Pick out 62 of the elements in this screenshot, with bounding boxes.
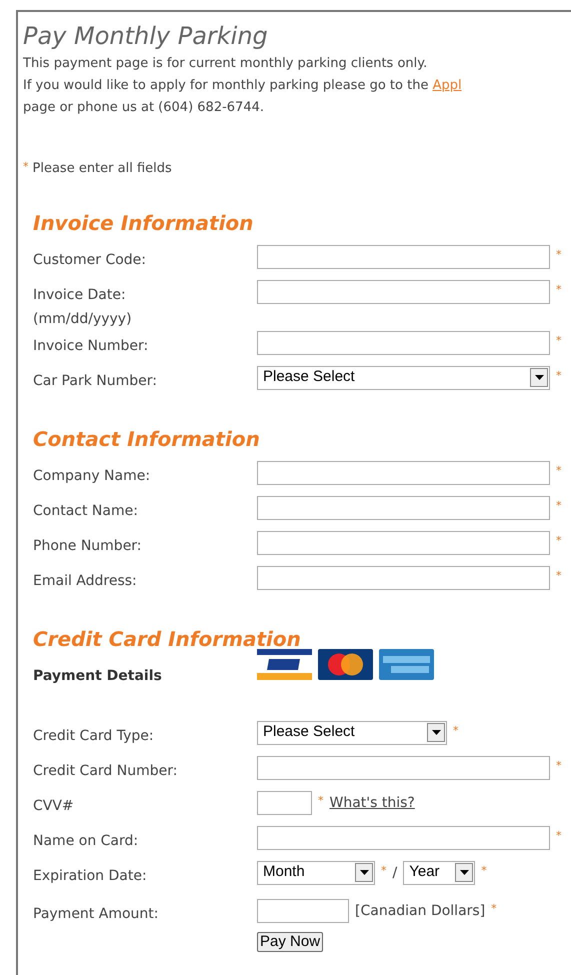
text-field[interactable] [257, 460, 550, 484]
page-title: Pay Monthly Parking [23, 22, 269, 50]
currency-note: [Canadian Dollars] [355, 902, 486, 920]
required-mark: * [556, 498, 562, 514]
field-label: Invoice Date: [33, 286, 127, 304]
required-mark: * [556, 246, 562, 262]
field-label: Car Park Number: [33, 372, 158, 390]
intro-text: If you would like to apply for monthly parking please go to the [23, 78, 430, 93]
date-separator: / [392, 864, 398, 882]
text-field[interactable] [257, 826, 550, 850]
text-field[interactable] [257, 244, 550, 268]
field-label: CVV# [33, 796, 75, 816]
text-field[interactable] [257, 496, 550, 520]
required-mark: * [556, 282, 562, 298]
section-heading: Credit Card Information [33, 626, 302, 650]
dropdown[interactable]: Month [257, 860, 375, 884]
required-mark: * [381, 862, 386, 878]
field-label: Payment Amount: [33, 904, 160, 924]
required-mark: * [556, 532, 562, 548]
required-mark: * [491, 900, 497, 916]
required-mark: * [556, 368, 562, 384]
required-mark: * [453, 722, 458, 738]
text-field[interactable] [257, 530, 550, 554]
required-mark: * [556, 462, 562, 478]
text-field[interactable] [257, 566, 550, 590]
visa-card-icon [257, 648, 312, 680]
field-label: Expiration Date: [33, 866, 148, 886]
section-heading: Invoice Information [33, 210, 254, 234]
required-mark: * [556, 758, 562, 774]
field-label: Contact Name: [33, 502, 139, 520]
field-label: Company Name: [33, 466, 152, 486]
mastercard-icon [318, 648, 373, 680]
field-hint: (mm/dd/yyyy) [33, 310, 133, 328]
text-field[interactable] [257, 280, 550, 304]
intro-text: This payment page is for current monthly parking clients only. [23, 56, 428, 71]
pay-now-button[interactable]: Pay Now [257, 932, 324, 952]
required-mark: * [23, 159, 28, 175]
field-label: Email Address: [33, 572, 138, 590]
field-label: Credit Card Number: [33, 762, 178, 780]
dropdown[interactable]: Please Select [257, 366, 550, 390]
required-mark: * [556, 568, 562, 584]
section-heading: Contact Information [33, 426, 261, 450]
field-label: Customer Code: [33, 250, 148, 270]
field-label: Payment Details [33, 666, 163, 686]
intro-text: page or phone us at (604) 682-6744. [23, 100, 264, 115]
text-field[interactable] [257, 790, 312, 814]
text-field[interactable] [257, 898, 349, 922]
required-note: Please enter all fields [32, 160, 172, 178]
dropdown[interactable]: Year [403, 860, 476, 884]
amex-card-icon [379, 648, 434, 680]
required-mark: * [481, 862, 487, 878]
field-label: Phone Number: [33, 536, 143, 556]
required-mark: * [318, 792, 324, 808]
help-link[interactable]: What's this? [330, 790, 415, 814]
field-label: Name on Card: [33, 832, 140, 850]
text-field[interactable] [257, 330, 550, 354]
field-label: Credit Card Type: [33, 726, 155, 746]
dropdown[interactable]: Please Select [257, 720, 447, 744]
field-label: Invoice Number: [33, 336, 150, 356]
text-field[interactable] [257, 756, 550, 780]
required-mark: * [556, 332, 562, 348]
required-mark: * [556, 828, 562, 844]
